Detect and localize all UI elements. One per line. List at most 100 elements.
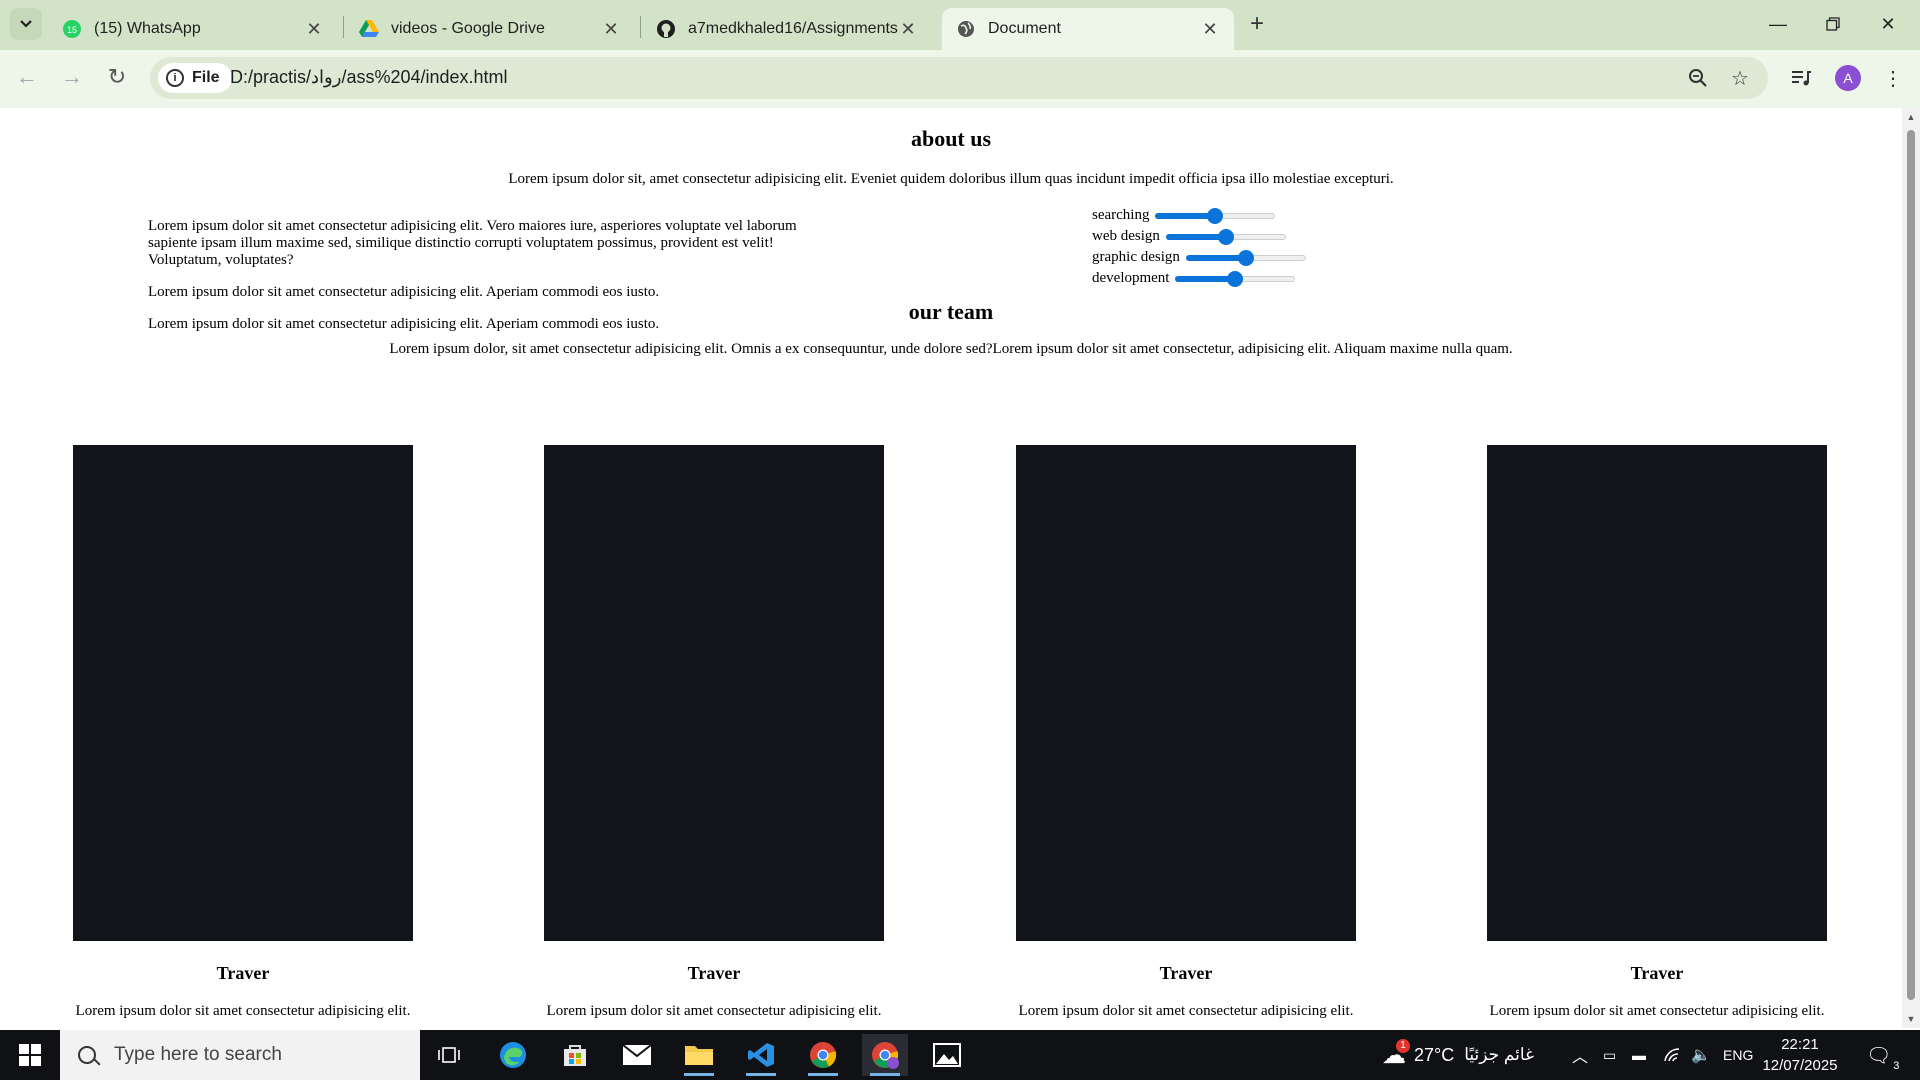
input-language[interactable]: ENG xyxy=(1723,1030,1753,1080)
tab-separator xyxy=(640,16,641,38)
task-view-button[interactable] xyxy=(426,1034,472,1076)
bookmark-button[interactable]: ☆ xyxy=(1727,65,1753,91)
arrow-left-icon: ← xyxy=(16,64,38,89)
scroll-up-arrow-icon[interactable]: ▲ xyxy=(1906,112,1916,122)
slider-thumb[interactable] xyxy=(1227,270,1244,287)
skill-slider-graphic-design[interactable] xyxy=(1185,249,1306,266)
close-tab-icon[interactable]: ✕ xyxy=(601,19,621,39)
show-hidden-icons[interactable]: ︿ xyxy=(1572,1030,1588,1080)
skill-label: web design xyxy=(1092,228,1160,244)
photos-icon xyxy=(933,1043,961,1067)
tab-search-button[interactable] xyxy=(10,8,42,40)
store-icon xyxy=(564,1045,586,1066)
restore-button[interactable] xyxy=(1806,0,1860,48)
close-window-button[interactable]: ✕ xyxy=(1861,0,1915,48)
windows-logo-icon xyxy=(19,1044,41,1066)
browser-menu-button[interactable]: ⋮ xyxy=(1877,62,1909,94)
profile-avatar[interactable]: A xyxy=(1835,65,1861,91)
close-tab-icon[interactable]: ✕ xyxy=(1200,19,1220,39)
tray-volume-icon[interactable]: 🔈 xyxy=(1691,1030,1711,1080)
skill-slider-development[interactable] xyxy=(1175,270,1296,287)
taskbar-mail[interactable] xyxy=(614,1034,660,1076)
team-member-name: Traver xyxy=(1159,963,1213,983)
team-member-photo xyxy=(1016,445,1356,941)
weather-widget[interactable]: ☁ 1 27°C غائم جزئيًا xyxy=(1382,1030,1534,1080)
globe-icon xyxy=(956,19,976,39)
slider-thumb[interactable] xyxy=(1217,228,1234,245)
site-info-label: File xyxy=(192,69,220,86)
team-member-photo xyxy=(1487,445,1827,941)
taskbar-photos[interactable] xyxy=(924,1034,970,1076)
battery-icon: ▬ xyxy=(1632,1047,1646,1063)
device-icon: ▭ xyxy=(1603,1046,1617,1063)
taskbar-search-box[interactable]: Type here to search xyxy=(60,1030,420,1080)
page-viewport: about us Lorem ipsum dolor sit, amet con… xyxy=(0,108,1902,1028)
tray-battery-icon[interactable]: ▬ xyxy=(1632,1030,1646,1080)
skill-slider-searching[interactable] xyxy=(1155,207,1276,224)
zoom-button[interactable] xyxy=(1685,65,1711,91)
star-icon: ☆ xyxy=(1731,67,1749,90)
language-label: ENG xyxy=(1723,1047,1754,1063)
chrome-icon xyxy=(810,1042,837,1068)
tab-github[interactable]: a7medkhaled16/Assignments ✕ xyxy=(642,8,932,50)
taskbar-search-placeholder: Type here to search xyxy=(114,1044,282,1065)
skill-slider-web-design[interactable] xyxy=(1165,228,1286,245)
restore-icon xyxy=(1826,17,1840,31)
slider-thumb[interactable] xyxy=(1237,249,1254,266)
more-vertical-icon: ⋮ xyxy=(1883,67,1903,90)
team-card: Traver Lorem ipsum dolor sit amet consec… xyxy=(1016,445,1356,1020)
tab-document[interactable]: Document ✕ xyxy=(942,8,1234,50)
team-member-photo xyxy=(73,445,413,941)
taskbar-edge[interactable] xyxy=(490,1034,536,1076)
chrome-icon xyxy=(872,1042,899,1069)
notification-center-button[interactable]: 🗨 3 xyxy=(1866,1030,1900,1080)
team-member-photo xyxy=(544,445,884,941)
mail-icon xyxy=(622,1044,652,1065)
taskbar-store[interactable] xyxy=(552,1034,598,1076)
minimize-button[interactable]: — xyxy=(1751,0,1805,48)
about-text-column: Lorem ipsum dolor sit amet consectetur a… xyxy=(148,218,808,348)
team-member-desc: Lorem ipsum dolor sit amet consectetur a… xyxy=(546,1003,882,1019)
taskbar-clock[interactable]: 22:21 12/07/2025 xyxy=(1760,1034,1840,1076)
scrollbar-thumb[interactable] xyxy=(1907,130,1915,1000)
team-card: Traver Lorem ipsum dolor sit amet consec… xyxy=(544,445,884,1020)
edge-icon xyxy=(500,1042,526,1068)
skills-list: searching web design graphic design deve… xyxy=(1092,205,1306,289)
site-info-chip[interactable]: i File xyxy=(158,63,232,93)
tab-google-drive[interactable]: videos - Google Drive ✕ xyxy=(345,8,635,50)
back-button[interactable]: ← xyxy=(10,60,44,94)
taskbar-chrome-profile[interactable] xyxy=(862,1034,908,1076)
start-button[interactable] xyxy=(0,1030,60,1080)
close-tab-icon[interactable]: ✕ xyxy=(898,19,918,39)
team-member-name: Traver xyxy=(216,963,270,983)
close-tab-icon[interactable]: ✕ xyxy=(304,19,324,39)
weather-temperature: 27°C xyxy=(1414,1044,1455,1065)
skill-row: searching xyxy=(1092,205,1306,226)
task-view-icon xyxy=(438,1047,460,1063)
page-scrollbar[interactable]: ▲ ▼ xyxy=(1902,108,1920,1028)
new-tab-button[interactable]: + xyxy=(1243,10,1271,38)
tab-title: Document xyxy=(988,20,1061,37)
tray-wifi-icon[interactable] xyxy=(1663,1030,1681,1080)
taskbar-vscode[interactable] xyxy=(738,1034,784,1076)
taskbar-file-explorer[interactable] xyxy=(676,1034,722,1076)
scroll-down-arrow-icon[interactable]: ▼ xyxy=(1906,1014,1916,1024)
tab-whatsapp[interactable]: 15 (15) WhatsApp ✕ xyxy=(48,8,338,50)
media-control-button[interactable] xyxy=(1785,62,1817,94)
team-card: Traver Lorem ipsum dolor sit amet consec… xyxy=(1487,445,1827,1020)
address-bar[interactable]: i File D:/practis/رواد/ass%204/index.htm… xyxy=(150,57,1768,99)
forward-button[interactable]: → xyxy=(55,60,89,94)
about-heading: about us xyxy=(910,126,992,151)
tray-device-icon[interactable]: ▭ xyxy=(1603,1030,1616,1080)
about-paragraph: Lorem ipsum dolor sit amet consectetur a… xyxy=(148,218,797,268)
taskbar-chrome[interactable] xyxy=(800,1034,846,1076)
whatsapp-badge: 15 xyxy=(67,25,77,35)
skill-label: graphic design xyxy=(1092,249,1180,265)
weather-alert-badge: 1 xyxy=(1396,1038,1410,1053)
weather-cloud-icon: ☁ 1 xyxy=(1382,1038,1410,1070)
info-icon: i xyxy=(166,69,184,87)
url-text[interactable]: D:/practis/رواد/ass%204/index.html xyxy=(230,67,508,88)
notification-icon: 🗨 3 xyxy=(1866,1044,1900,1072)
slider-thumb[interactable] xyxy=(1207,207,1224,224)
reload-button[interactable]: ↻ xyxy=(100,60,134,94)
